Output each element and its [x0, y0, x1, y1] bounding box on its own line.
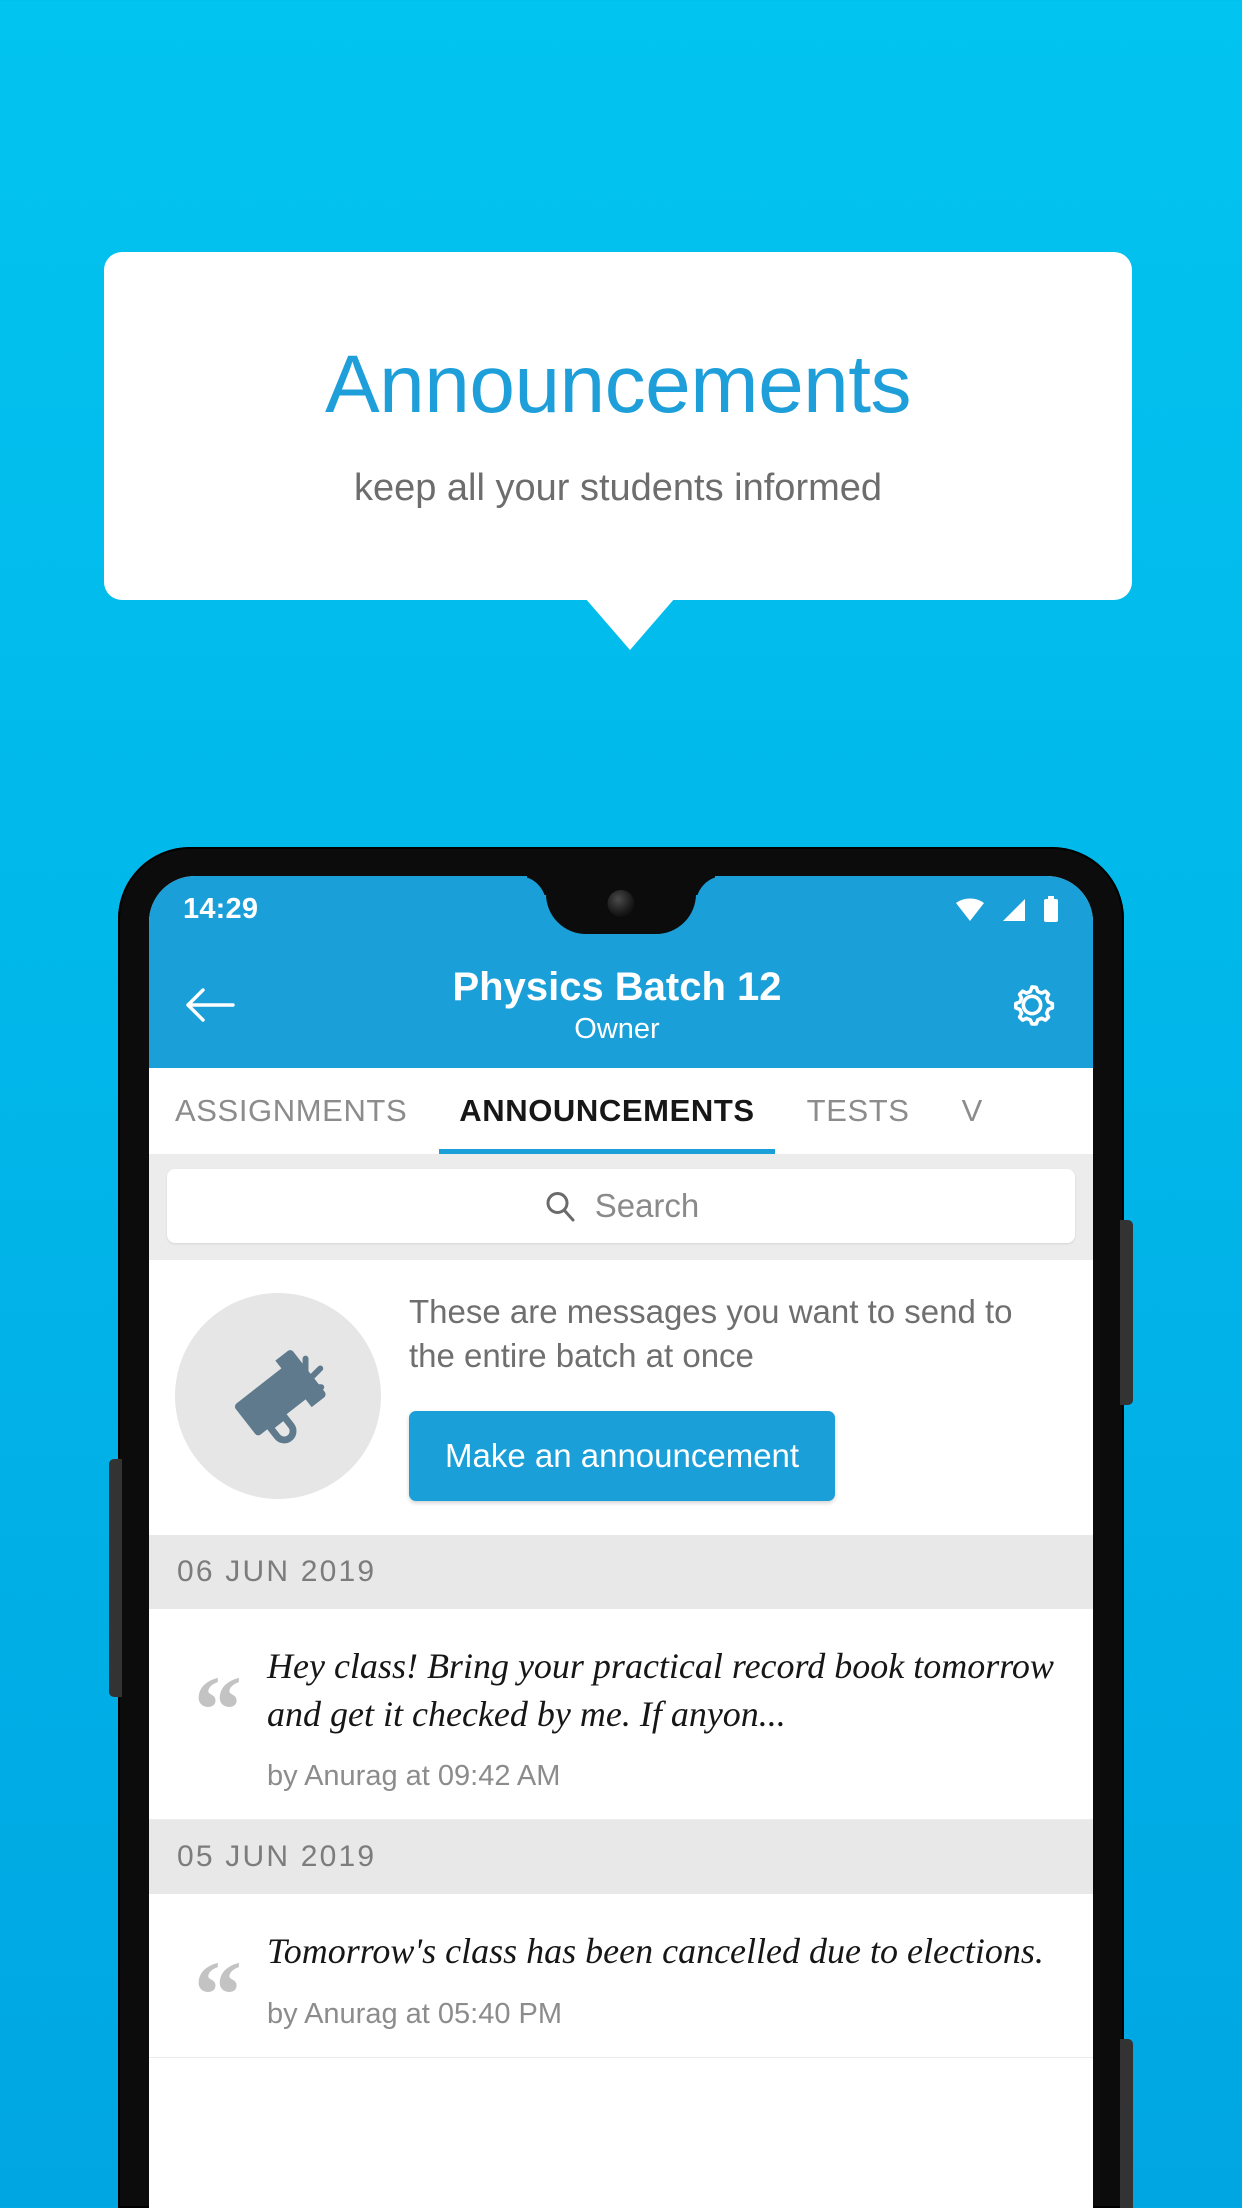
announcement-promo-body: These are messages you want to send to t…: [409, 1290, 1067, 1502]
date-header: 06 JUN 2019: [149, 1535, 1093, 1610]
quote-icon: “: [194, 1656, 242, 1764]
gear-icon: [1013, 985, 1055, 1026]
app-bar: Physics Batch 12 Owner: [149, 942, 1093, 1068]
quote-icon: “: [194, 1941, 242, 2049]
promo-card: Announcements keep all your students inf…: [104, 252, 1132, 600]
date-header: 05 JUN 2019: [149, 1820, 1093, 1895]
status-icons: [955, 896, 1059, 922]
tab-assignments[interactable]: ASSIGNMENTS: [149, 1068, 433, 1154]
phone-device: 14:29 Physics Batch 12 Owner ASSIGNMENTS…: [109, 847, 1133, 2208]
announcement-text: Hey class! Bring your practical record b…: [267, 1646, 1054, 1734]
megaphone-icon: [234, 1349, 326, 1443]
front-camera-icon: [607, 890, 635, 917]
back-button[interactable]: [179, 974, 241, 1036]
status-bar: 14:29: [149, 876, 1093, 942]
tab-next-partial[interactable]: V: [936, 1068, 983, 1154]
announcement-row[interactable]: “ Tomorrow's class has been cancelled du…: [149, 1894, 1093, 2058]
batch-role: Owner: [574, 1013, 660, 1045]
camera-notch: [546, 876, 696, 934]
megaphone-badge: [175, 1292, 381, 1499]
announcement-body: Tomorrow's class has been cancelled due …: [267, 1924, 1063, 2031]
search-section: Search: [149, 1154, 1093, 1260]
make-announcement-button[interactable]: Make an announcement: [409, 1411, 836, 1502]
tab-announcements[interactable]: ANNOUNCEMENTS: [433, 1068, 780, 1154]
search-placeholder: Search: [594, 1187, 700, 1224]
battery-icon: [1044, 896, 1058, 922]
announcement-text: Tomorrow's class has been cancelled due …: [267, 1931, 1044, 1972]
signal-icon: [1003, 899, 1025, 921]
phone-screen: 14:29 Physics Batch 12 Owner ASSIGNMENTS…: [149, 876, 1093, 2208]
settings-button[interactable]: [1001, 974, 1063, 1036]
back-arrow-icon: [186, 988, 235, 1022]
tab-bar[interactable]: ASSIGNMENTS ANNOUNCEMENTS TESTS V: [149, 1068, 1093, 1154]
announcement-meta: by Anurag at 09:42 AM: [267, 1760, 561, 1793]
search-input[interactable]: Search: [167, 1169, 1075, 1243]
tab-tests[interactable]: TESTS: [781, 1068, 936, 1154]
assistant-button[interactable]: [1120, 2039, 1133, 2208]
announcement-promo-text: These are messages you want to send to t…: [409, 1293, 1013, 1374]
announcement-meta: by Anurag at 05:40 PM: [267, 1997, 563, 2030]
wifi-icon: [956, 898, 984, 921]
app-bar-titles: Physics Batch 12 Owner: [237, 964, 997, 1046]
announcement-body: Hey class! Bring your practical record b…: [267, 1639, 1063, 1793]
status-time: 14:29: [183, 892, 259, 925]
volume-button[interactable]: [109, 1459, 122, 1697]
power-button[interactable]: [1120, 1220, 1133, 1405]
search-icon: [546, 1192, 575, 1222]
promo-subtitle: keep all your students informed: [353, 466, 883, 509]
page-title: Announcements: [324, 339, 912, 431]
announcement-promo-card: These are messages you want to send to t…: [149, 1260, 1093, 1536]
speech-bubble-tail: [585, 598, 675, 650]
batch-title: Physics Batch 12: [452, 965, 782, 1009]
announcement-row[interactable]: “ Hey class! Bring your practical record…: [149, 1609, 1093, 1821]
